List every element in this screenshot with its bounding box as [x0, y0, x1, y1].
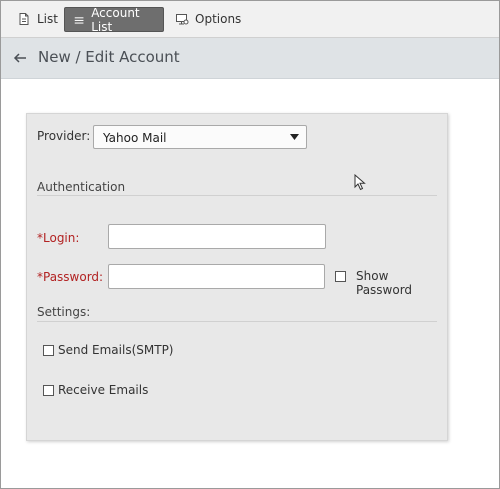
toolbar: List Account List Options	[1, 1, 499, 38]
list-lines-icon	[74, 16, 84, 24]
authentication-divider	[37, 195, 437, 196]
show-password-label: Show Password	[356, 269, 413, 297]
provider-select-value: Yahoo Mail	[103, 131, 167, 145]
page-header: New / Edit Account	[1, 38, 499, 79]
login-input[interactable]	[108, 224, 326, 249]
authentication-heading: Authentication	[37, 180, 126, 194]
list-tab-label: List	[37, 12, 58, 26]
document-icon	[19, 13, 29, 25]
arrow-left-icon[interactable]	[12, 49, 30, 67]
send-emails-label: Send Emails(SMTP)	[58, 343, 174, 357]
options-tab-label: Options	[195, 12, 242, 26]
account-list-tab-label: Account List	[91, 5, 140, 34]
account-list-tab[interactable]: Account List	[64, 5, 164, 34]
provider-select[interactable]: Yahoo Mail	[93, 125, 307, 149]
monitor-settings-icon	[176, 14, 189, 25]
send-emails-checkbox[interactable]	[43, 345, 54, 356]
receive-emails-checkbox[interactable]	[43, 385, 54, 396]
options-tab[interactable]: Options	[167, 7, 249, 31]
app-window: List Account List Options New / Edit Acc…	[0, 0, 500, 489]
show-password-checkbox[interactable]	[335, 271, 346, 282]
password-label: *Password:	[37, 270, 104, 284]
mouse-pointer-icon	[354, 174, 366, 191]
settings-divider	[37, 321, 437, 322]
list-tab[interactable]: List	[9, 7, 66, 31]
page-title: New / Edit Account	[38, 48, 180, 66]
password-input[interactable]	[108, 264, 325, 289]
account-form-card: Provider: Yahoo Mail Authentication *Log…	[26, 113, 448, 441]
provider-label: Provider:	[37, 129, 91, 143]
login-label: *Login:	[37, 231, 80, 245]
triangle-down-icon	[290, 134, 299, 140]
receive-emails-label: Receive Emails	[58, 383, 149, 397]
settings-heading: Settings:	[37, 305, 91, 319]
